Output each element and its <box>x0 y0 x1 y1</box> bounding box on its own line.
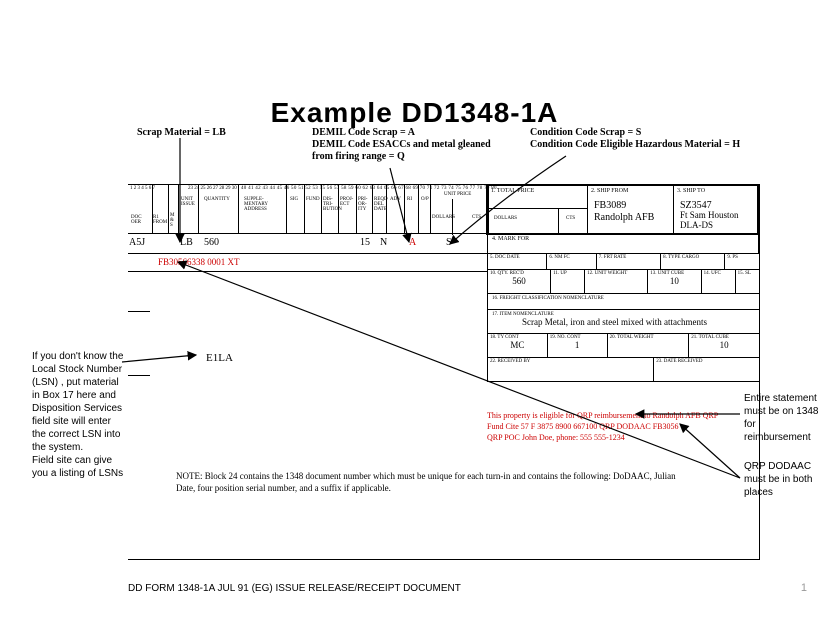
lbl-ri2: RI <box>407 197 412 202</box>
val-lb: LB <box>180 237 193 248</box>
cell-doc-date: 5. DOC DATE <box>488 254 547 269</box>
val-item-nomen: Scrap Metal, iron and steel mixed with a… <box>492 317 755 327</box>
mark-for-box: 4. MARK FOR <box>487 234 759 254</box>
lbl-ms: M & S <box>170 213 174 228</box>
lbl-pri: PRI- OR- ITY <box>358 197 367 212</box>
cell-ps: 9. PS <box>725 254 759 269</box>
stmt-line-1: This property is eligible for QRP reimbu… <box>487 410 759 421</box>
val-doc-number: FB30566338 0001 XT <box>158 257 240 267</box>
col-nums-right: 40 41 42 43 44 45 46 50 51 52 53 55 56 5… <box>241 186 497 191</box>
form-footer: DD FORM 1348-1A JUL 91 (EG) ISSUE RELEAS… <box>128 583 461 594</box>
cell-unit-cube: 13. UNIT CUBE10 <box>648 270 701 293</box>
rb-row-2: 10. QTY. REC'D560 11. UP 12. UNIT WEIGHT… <box>488 270 759 294</box>
note-block: NOTE: Block 24 contains the 1348 documen… <box>176 470 676 494</box>
cell-up: 11. UP <box>551 270 585 293</box>
val-s: S <box>446 237 452 248</box>
main-values-row: A5J LB 560 15 N A S <box>128 234 488 254</box>
lbl-fund: FUND <box>306 197 320 202</box>
header-row: 1 2 3 4 5 6 7 23 24 25 26 27 28 29 30 40… <box>128 184 759 234</box>
page-number: 1 <box>801 582 807 594</box>
cell-unit-weight: 12. UNIT WEIGHT <box>585 270 648 293</box>
dd1348-form: 1 2 3 4 5 6 7 23 24 25 26 27 28 29 30 40… <box>128 184 760 560</box>
left-stub-2 <box>128 336 150 376</box>
lbl-dollars2: DOLLARS <box>494 216 517 221</box>
cell-no-cont: 19. NO. CONT1 <box>548 334 608 357</box>
cell-sl: 15. SL <box>736 270 759 293</box>
lbl-cts: CTS <box>472 215 481 220</box>
val-15: 15 <box>360 237 370 248</box>
callout-condition-code: Condition Code Scrap = S Condition Code … <box>530 127 740 151</box>
page-title: Example DD1348-1A <box>0 97 829 129</box>
rb-row-1: 5. DOC DATE 6. NM FC 7. FRT RATE 8. TYPE… <box>488 254 759 270</box>
cell-nmfc: 6. NM FC <box>547 254 596 269</box>
lbl-ui: UNIT ISSUE <box>181 197 195 207</box>
val-ship-from-code: FB3089 <box>594 200 626 211</box>
right-detail-block: 5. DOC DATE 6. NM FC 7. FRT RATE 8. TYPE… <box>487 254 759 382</box>
cell-freight-class: 16. FREIGHT CLASSIFICATION NOMENCLATURE <box>488 294 759 310</box>
cell-type-cargo: 8. TYPE CARGO <box>661 254 725 269</box>
val-ship-to-extra: DLA-DS <box>680 220 713 230</box>
cell-qty-recd: 10. QTY. REC'D560 <box>488 270 551 293</box>
cell-frt-rate: 7. FRT RATE <box>597 254 661 269</box>
lbl-adv: ADV <box>390 197 401 202</box>
val-qty: 560 <box>204 237 219 248</box>
cell-item-nomen: 17. ITEM NOMENCLATURE Scrap Metal, iron … <box>488 310 759 334</box>
cell-ty-cont: 18. TY CONTMC <box>488 334 548 357</box>
lbl-cts2: CTS <box>566 216 575 221</box>
stmt-line-2: Fund Cite 57 F 3875 8900 667100 QRP DODA… <box>487 421 759 432</box>
lbl-suppl: SUPPLE- MENTARY ADDRESS <box>244 197 268 212</box>
side-note-lsn: If you don't know the Local Stock Number… <box>32 350 124 480</box>
lbl-doc-oer: DOC OER <box>131 215 142 225</box>
lbl-unit-price: UNIT PRICE <box>444 192 471 197</box>
lbl-qty: QUANTITY <box>204 197 230 202</box>
val-n: N <box>380 237 387 248</box>
cell-ufc: 14. UFC <box>702 270 736 293</box>
reimbursement-statement: This property is eligible for QRP reimbu… <box>487 410 759 443</box>
cell-received-by: 22. RECEIVED BY <box>488 358 654 381</box>
lbl-op: O/P <box>421 197 429 202</box>
val-e1la: E1LA <box>206 352 233 364</box>
callout-demil-code: DEMIL Code Scrap = A DEMIL Code ESACCs a… <box>312 127 491 163</box>
callout-scrap-material: Scrap Material = LB <box>137 127 226 139</box>
col-nums-mid: 23 24 25 26 27 28 29 30 <box>188 186 237 191</box>
doc-number-row: FB30566338 0001 XT <box>128 254 488 272</box>
lbl-ri-from: R1 FROM <box>153 215 167 225</box>
right-top-block: 1. TOTAL PRICE DOLLARS CTS 2. SHIP FROM … <box>486 185 758 235</box>
rb-row-5: 18. TY CONTMC 19. NO. CONT1 20. TOTAL WE… <box>488 334 759 358</box>
lbl-proj: PROJ- ECT <box>340 197 353 207</box>
lbl-sig: SIG <box>290 197 298 202</box>
lbl-ship-to: 3. SHIP TO <box>677 188 705 194</box>
lbl-reqd: REQD DEL DATE <box>374 197 388 212</box>
val-a5j: A5J <box>129 237 145 248</box>
cell-total-cube: 21. TOTAL CUBE10 <box>689 334 759 357</box>
stmt-line-3: QRP POC John Doe, phone: 555 555-1234 <box>487 432 759 443</box>
cell-total-weight: 20. TOTAL WEIGHT <box>608 334 690 357</box>
val-ship-to-base: Ft Sam Houston <box>680 210 739 220</box>
left-stub-1 <box>128 272 150 312</box>
lbl-dollars: DOLLARS <box>432 215 455 220</box>
lbl-total-price: 1. TOTAL PRICE <box>491 188 534 194</box>
lbl-ship-from: 2. SHIP FROM <box>591 188 628 194</box>
rb-row-6: 22. RECEIVED BY 23. DATE RECEIVED <box>488 358 759 382</box>
cell-date-received: 23. DATE RECEIVED <box>654 358 759 381</box>
val-a: A <box>409 237 416 248</box>
val-ship-from-base: Randolph AFB <box>594 212 654 223</box>
